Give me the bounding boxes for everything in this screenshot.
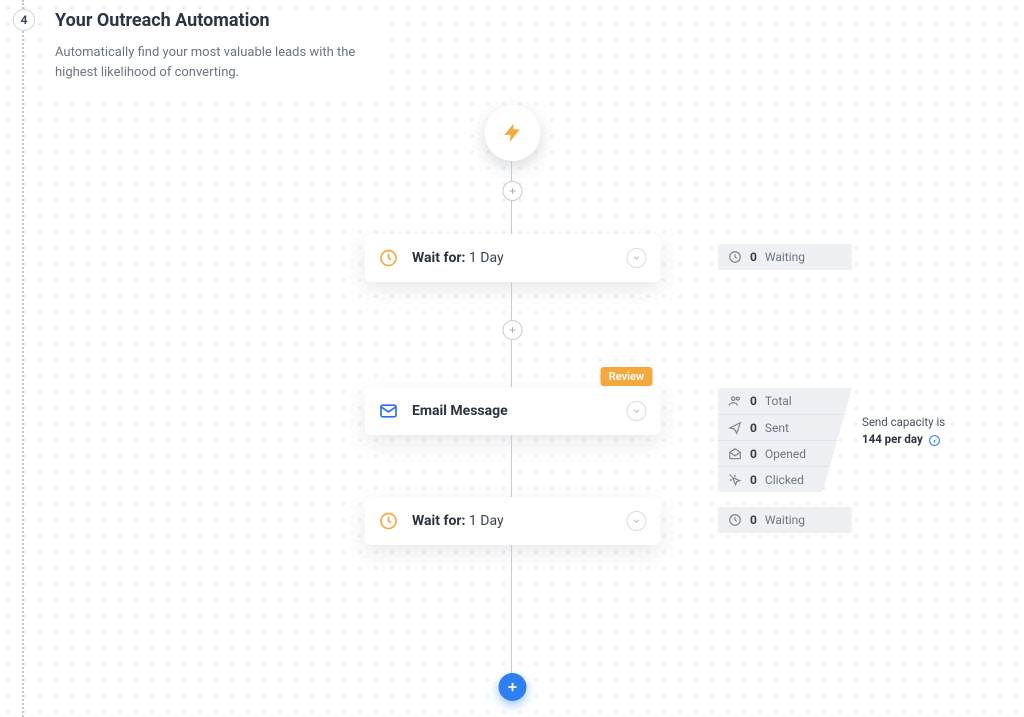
stats-email: 0 Total 0 Sent 0 Opened 0 Clicked xyxy=(718,388,852,492)
section-header: Your Outreach Automation Automatically f… xyxy=(55,10,385,89)
stat-count: 0 xyxy=(750,473,757,487)
stat-label: Waiting xyxy=(765,513,805,527)
node-wait-1[interactable]: Wait for: 1 Day xyxy=(364,234,660,282)
add-step-button[interactable] xyxy=(498,673,526,701)
send-icon xyxy=(728,421,742,435)
stat-label: Clicked xyxy=(765,473,804,487)
chevron-down-icon xyxy=(626,511,646,531)
node-wait-2[interactable]: Wait for: 1 Day xyxy=(364,497,660,545)
node-wait-2-label: Wait for: 1 Day xyxy=(412,513,504,529)
connector xyxy=(511,282,512,400)
email-icon xyxy=(378,401,398,421)
capacity-prefix: Send capacity is xyxy=(862,415,945,429)
stat-label: Sent xyxy=(765,421,789,435)
send-capacity-note: Send capacity is 144 per day xyxy=(862,414,962,449)
connector xyxy=(511,545,512,687)
chevron-down-icon xyxy=(626,248,646,268)
info-icon[interactable] xyxy=(928,434,941,447)
stat-count: 0 xyxy=(750,394,757,408)
capacity-value: 144 per day xyxy=(862,432,923,446)
add-step-inline[interactable] xyxy=(502,320,522,340)
click-icon xyxy=(728,473,742,487)
stat-label: Opened xyxy=(765,447,806,461)
stat-count: 0 xyxy=(750,250,757,264)
node-email-label: Email Message xyxy=(412,403,508,419)
stat-label: Waiting xyxy=(765,250,805,264)
node-wait-1-label: Wait for: 1 Day xyxy=(412,250,504,266)
stats-wait-1: 0 Waiting xyxy=(718,244,852,270)
clock-icon xyxy=(728,513,742,527)
page-subtitle: Automatically find your most valuable le… xyxy=(55,43,385,83)
clock-icon xyxy=(378,248,398,268)
add-step-inline[interactable] xyxy=(502,181,522,201)
clock-icon xyxy=(378,511,398,531)
timeline-guide xyxy=(22,0,24,717)
stat-count: 0 xyxy=(750,513,757,527)
stat-count: 0 xyxy=(750,421,757,435)
step-number-badge: 4 xyxy=(13,9,35,31)
stat-count: 0 xyxy=(750,447,757,461)
stat-label: Total xyxy=(765,394,792,408)
clock-icon xyxy=(728,250,742,264)
connector xyxy=(511,435,512,497)
open-icon xyxy=(728,447,742,461)
lightning-icon xyxy=(501,120,523,146)
stats-wait-2: 0 Waiting xyxy=(718,507,852,533)
chevron-down-icon xyxy=(626,401,646,421)
node-email[interactable]: Review Email Message xyxy=(364,387,660,435)
review-badge: Review xyxy=(601,367,652,386)
users-icon xyxy=(728,394,742,408)
page-title: Your Outreach Automation xyxy=(55,10,385,31)
trigger-node[interactable] xyxy=(484,105,540,161)
